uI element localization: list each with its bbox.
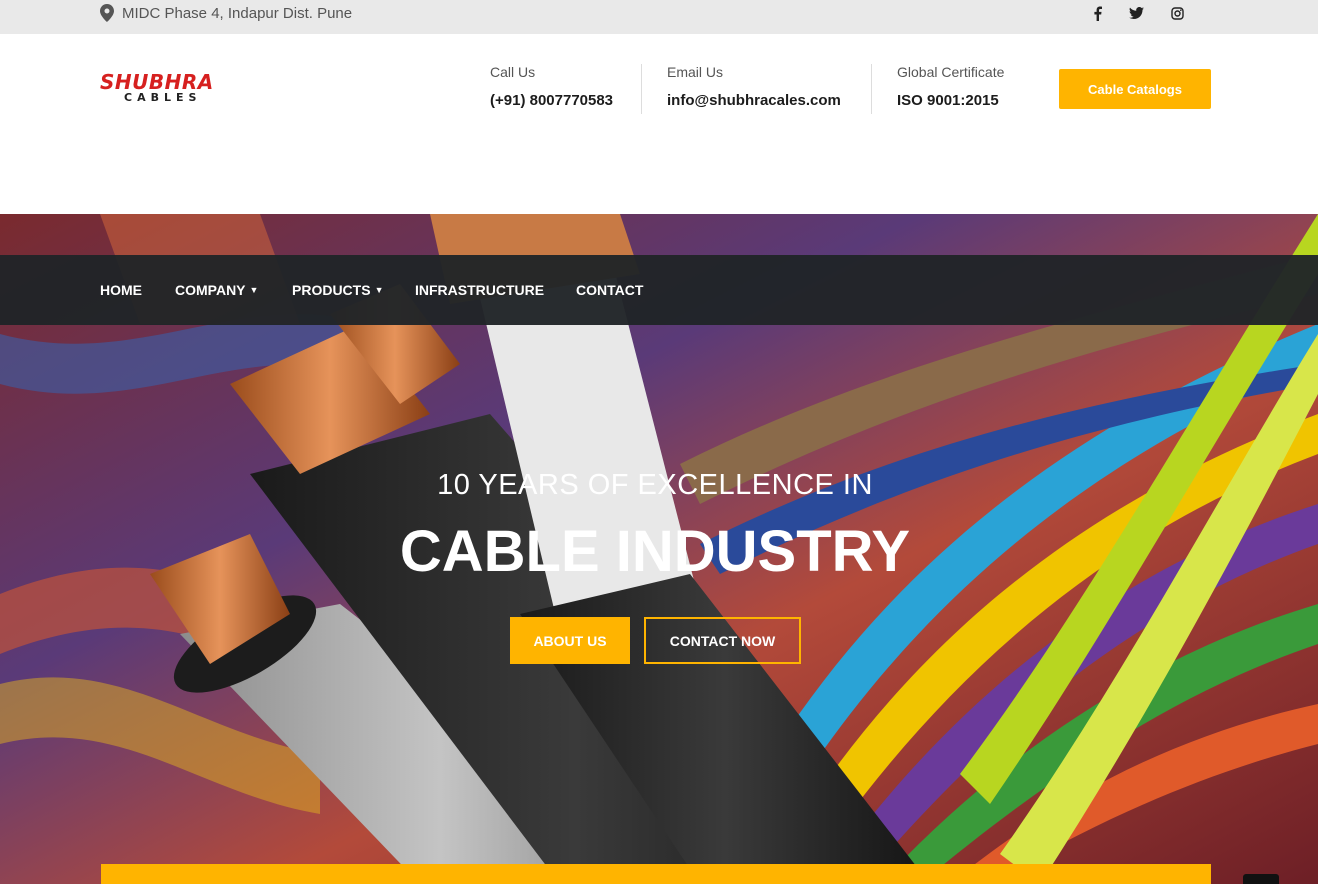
nav-infrastructure-label: INFRASTRUCTURE [415,282,545,298]
facebook-icon[interactable] [1088,4,1106,22]
nav-infrastructure[interactable]: INFRASTRUCTURE [415,282,544,298]
top-bar: MIDC Phase 4, Indapur Dist. Pune [0,0,1318,34]
nav-contact[interactable]: CONTACT [576,282,643,298]
main-navigation: HOME COMPANY ▼ PRODUCTS ▼ INFRASTRUCTURE… [0,255,1318,325]
address-text: MIDC Phase 4, Indapur Dist. Pune [122,4,353,22]
nav-home[interactable]: HOME [100,282,142,298]
email-us-address[interactable]: info@shubhracales.com [667,92,841,109]
call-us-label: Call Us [490,64,536,80]
about-us-button[interactable]: ABOUT US [510,617,630,664]
shubhra-cables-logo[interactable]: SHUBHRA CABLES [100,70,250,106]
address: MIDC Phase 4, Indapur Dist. Pune [100,0,352,26]
site-header: SHUBHRA CABLES Call Us (+91) 8007770583 … [0,34,1318,214]
nav-products[interactable]: PRODUCTS ▼ [292,282,383,298]
nav-products-label: PRODUCTS [292,282,371,298]
cable-catalogs-button[interactable]: Cable Catalogs [1059,69,1211,109]
certificate-label: Global Certificate [897,64,1005,80]
chevron-down-icon: ▼ [249,285,259,295]
divider [641,64,642,114]
hero-banner: HOME COMPANY ▼ PRODUCTS ▼ INFRASTRUCTURE… [0,214,1318,884]
nav-company-label: COMPANY [175,282,246,298]
map-pin-icon [100,4,114,22]
nav-company[interactable]: COMPANY ▼ [175,282,258,298]
scroll-to-top-button[interactable] [1243,874,1279,884]
certificate-value: ISO 9001:2015 [897,92,999,109]
logo-text-bottom: CABLES [124,91,202,104]
contact-now-button[interactable]: CONTACT NOW [644,617,801,664]
email-us-block: Email Us info@shubhracales.com [667,64,841,109]
twitter-icon[interactable] [1127,4,1145,22]
call-us-phone[interactable]: (+91) 8007770583 [490,92,613,109]
hero-subtitle: 10 YEARS OF EXCELLENCE IN [437,469,873,501]
instagram-icon[interactable] [1168,4,1186,22]
nav-contact-label: CONTACT [576,282,644,298]
chevron-down-icon: ▼ [374,285,384,295]
hero-title: CABLE INDUSTRY [399,519,911,584]
certificate-block: Global Certificate ISO 9001:2015 [897,64,1004,109]
divider [871,64,872,114]
nav-home-label: HOME [100,282,142,298]
email-us-label: Email Us [667,64,724,80]
feature-strip [101,864,1211,884]
call-us-block: Call Us (+91) 8007770583 [490,64,613,109]
